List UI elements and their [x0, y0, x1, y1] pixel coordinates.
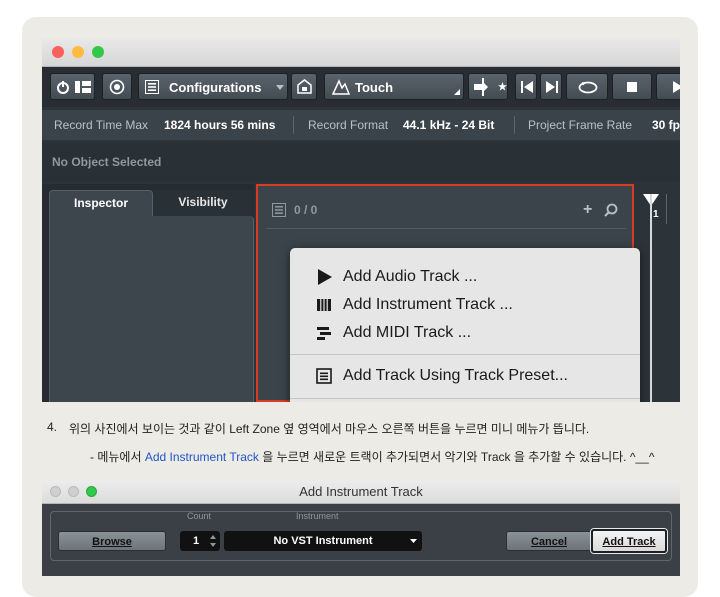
menu-divider: [290, 398, 640, 399]
note-suffix: 을 누르면 새로운 트랙이 추가되면서 악기와 Track 을 추가할 수 있습…: [258, 450, 655, 464]
browse-button[interactable]: Browse: [58, 531, 166, 551]
menu-item-label: Add Instrument Track ...: [343, 296, 513, 313]
chevron-down-icon: [410, 539, 417, 543]
midi-bars-icon: [317, 327, 331, 340]
instrument-value: No VST Instrument: [273, 535, 373, 547]
menu-item-label: Add Audio Track ...: [343, 268, 478, 285]
add-track-confirm-button[interactable]: Add Track: [591, 529, 667, 553]
stepper-arrows-icon[interactable]: [210, 535, 216, 547]
note-highlight: Add Instrument Track: [144, 450, 259, 464]
menu-item-add-instrument-track[interactable]: Add Instrument Track ...: [290, 291, 640, 319]
count-label: Count: [187, 511, 212, 521]
count-stepper[interactable]: 1: [180, 531, 220, 551]
step-number: 4.: [47, 420, 58, 434]
dialog-title: Add Instrument Track: [299, 484, 423, 499]
count-value: 1: [193, 535, 200, 547]
step-text: 위의 사진에서 보이는 것과 같이 Left Zone 옆 영역에서 마우스 오…: [69, 422, 590, 436]
menu-item-label: Add MIDI Track ...: [343, 324, 472, 341]
instrument-label: Instrument: [296, 511, 339, 521]
menu-divider: [290, 354, 640, 355]
play-triangle-icon: [318, 269, 332, 285]
dialog-titlebar: Add Instrument Track: [42, 481, 680, 504]
menu-item-add-track-using-preset[interactable]: Add Track Using Track Preset...: [290, 362, 640, 390]
instruction-note: - 메뉴에서 Add Instrument Track 을 누르면 새로운 트랙…: [90, 448, 654, 465]
preset-list-icon: [316, 368, 332, 384]
note-prefix: - 메뉴에서: [90, 450, 145, 464]
menu-item-add-midi-track[interactable]: Add MIDI Track ...: [290, 319, 640, 347]
instrument-select[interactable]: No VST Instrument: [224, 531, 422, 551]
menu-item-label: Add Track Using Track Preset...: [343, 367, 568, 384]
add-track-context-menu: Add Audio Track ... Add Instrument Track…: [290, 248, 640, 402]
cancel-button[interactable]: Cancel: [506, 531, 592, 551]
context-menu-clip: Add Audio Track ... Add Instrument Track…: [42, 38, 680, 402]
add-instrument-track-dialog: Add Instrument Track Count Instrument Br…: [42, 481, 680, 576]
menu-item-add-audio-track[interactable]: Add Audio Track ...: [290, 263, 640, 291]
piano-keys-icon: [317, 299, 331, 311]
